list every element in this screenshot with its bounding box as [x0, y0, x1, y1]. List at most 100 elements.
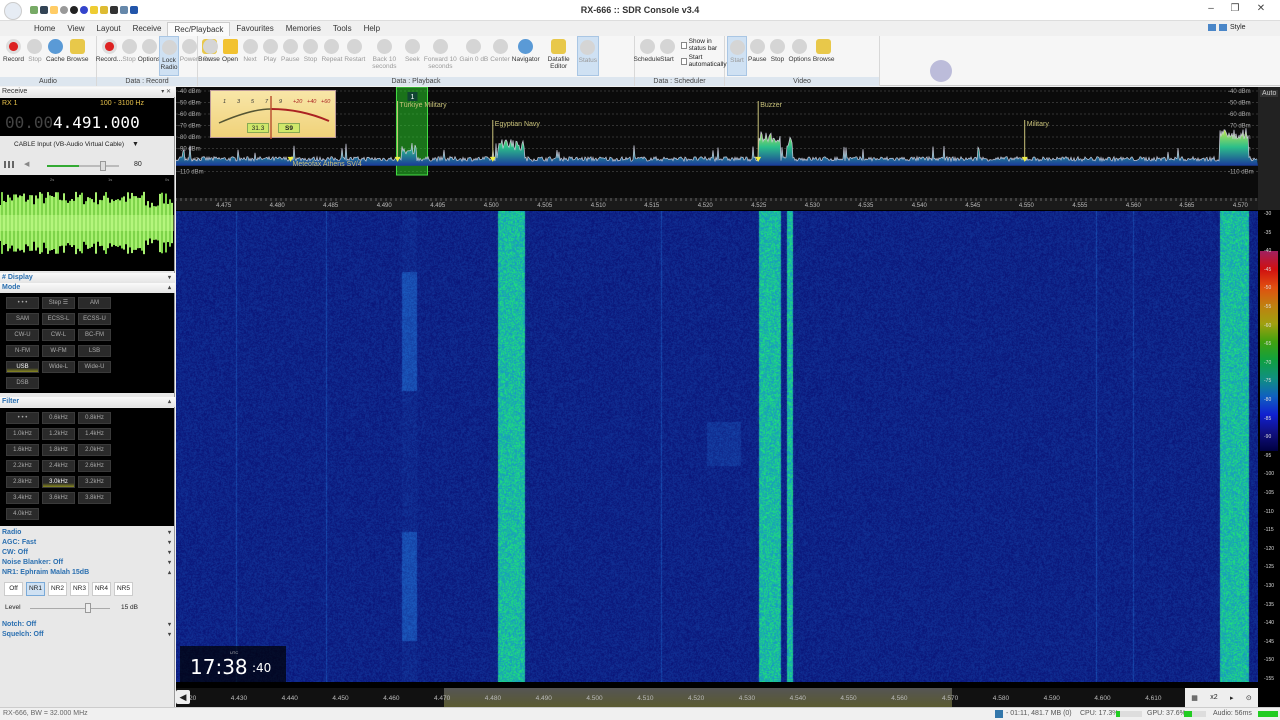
menu-tab[interactable]: Rec/Playback [167, 22, 231, 36]
power-button[interactable]: Power [179, 36, 199, 76]
color-scale[interactable]: -30 -35 -40 -45 -50 -55 -60 -65 -70 -75 -80 -85 -90 -… [1258, 211, 1280, 682]
restart-button[interactable]: Restart [343, 36, 366, 76]
mode-button[interactable]: Wide-L [42, 361, 75, 373]
mode-button[interactable]: LSB [78, 345, 111, 357]
menu-tab[interactable]: Tools [327, 22, 358, 36]
mode-button[interactable]: BC-FM [78, 329, 111, 341]
layout-icon[interactable] [1219, 24, 1227, 31]
filter-button[interactable]: 3.2kHz [78, 476, 111, 488]
filter-button[interactable]: 1.8kHz [42, 444, 75, 456]
filter-button[interactable]: 2.4kHz [42, 460, 75, 472]
next-button[interactable]: Next [240, 36, 260, 76]
menu-tab[interactable]: Layout [91, 22, 127, 36]
mode-button[interactable]: ECSS-L [42, 313, 75, 325]
stop-button[interactable]: Stop [25, 36, 45, 76]
filter-button[interactable]: 0.8kHz [78, 412, 111, 424]
record-button[interactable]: Record... [96, 36, 122, 76]
section-header[interactable]: AGC: Fast ▾ [0, 538, 175, 548]
level-slider[interactable] [30, 603, 110, 613]
mode-button[interactable]: USB [6, 361, 39, 373]
mode-button[interactable]: • • • [6, 297, 39, 309]
filter-button[interactable]: 4.0kHz [6, 508, 39, 520]
volume-slider[interactable] [47, 161, 119, 171]
waterfall[interactable] [176, 211, 1258, 682]
nr-button[interactable]: NR2 [48, 582, 67, 596]
record-button[interactable]: Record [2, 36, 25, 76]
seek-button[interactable]: Seek [402, 36, 422, 76]
filter-button[interactable]: 1.0kHz [6, 428, 39, 440]
mode-button[interactable]: Step ☰ [42, 297, 75, 309]
mode-header[interactable]: Mode ▴ [0, 283, 175, 293]
options-button[interactable]: Options [787, 36, 811, 76]
open-button[interactable]: Open [220, 36, 240, 76]
spectrum-display[interactable]: -40 dBm -40 dBm -50 dBm -50 dBm -60 dBm -60 d… [176, 87, 1280, 210]
mode-button[interactable]: DSB [6, 377, 39, 389]
section-header[interactable]: Notch: Off ▾ [0, 620, 175, 630]
menu-tab[interactable]: Favourites [230, 22, 279, 36]
section-header[interactable]: Squelch: Off ▾ [0, 630, 175, 640]
browse-button[interactable]: Browse [812, 36, 836, 76]
filter-header[interactable]: Filter ▴ [0, 397, 175, 407]
nr-button[interactable]: NR1 [26, 582, 45, 596]
filter-button[interactable]: 2.8kHz [6, 476, 39, 488]
auto-button[interactable]: Auto [1260, 90, 1279, 97]
mode-button[interactable]: W-FM [42, 345, 75, 357]
section-header[interactable]: NR1: Ephraim Malah 15dB ▴ [0, 568, 175, 578]
mode-button[interactable]: CW-L [42, 329, 75, 341]
audio-device-select[interactable]: CABLE Input (VB-Audio Virtual Cable) [14, 141, 144, 148]
play-icon[interactable]: ▸ [1230, 694, 1234, 702]
filter-button[interactable]: 3.8kHz [78, 492, 111, 504]
speaker-icon[interactable]: ◀ [24, 160, 29, 168]
filter-button[interactable]: 1.4kHz [78, 428, 111, 440]
prev-button[interactable]: Prev [200, 36, 220, 76]
menu-tab[interactable]: Home [28, 22, 61, 36]
filter-button[interactable]: 1.2kHz [42, 428, 75, 440]
mode-button[interactable]: ECSS-U [78, 313, 111, 325]
keyboard-icon[interactable]: ▦ [1191, 694, 1198, 702]
zoom-select[interactable]: x2 [1210, 694, 1217, 701]
style-menu[interactable]: Style [1230, 24, 1246, 31]
mode-button[interactable]: CW-U [6, 329, 39, 341]
section-header[interactable]: Noise Blanker: Off ▾ [0, 558, 175, 568]
display-header[interactable]: # Display ▾ [0, 273, 175, 283]
section-header[interactable]: Radio ▾ [0, 528, 175, 538]
filter-button[interactable]: 2.2kHz [6, 460, 39, 472]
filter-button[interactable]: 2.6kHz [78, 460, 111, 472]
filter-button[interactable]: 1.6kHz [6, 444, 39, 456]
scroll-right-icon[interactable]: ⊙ [1246, 694, 1252, 702]
menu-tab[interactable]: Memories [280, 22, 327, 36]
section-header[interactable]: CW: Off ▾ [0, 548, 175, 558]
checkbox[interactable]: Show in status bar [681, 38, 728, 52]
play-button[interactable]: Play [260, 36, 280, 76]
nr-button[interactable]: NR3 [70, 582, 89, 596]
mode-button[interactable]: AM [78, 297, 111, 309]
start-button[interactable]: Start [657, 36, 677, 76]
forward-10-seconds-button[interactable]: Forward 10 seconds [422, 36, 458, 76]
gain-0-db-button[interactable]: Gain 0 dB [458, 36, 489, 76]
navigator-button[interactable]: Navigator [511, 36, 541, 76]
datafile-editor-button[interactable]: Datafile Editor [541, 36, 577, 76]
start-button[interactable]: Start [727, 36, 747, 76]
minimize-button[interactable]: – [1204, 3, 1218, 14]
nr-button[interactable]: NR4 [92, 582, 111, 596]
mode-button[interactable]: Wide-U [78, 361, 111, 373]
stop-button[interactable]: Stop [767, 36, 787, 76]
filter-button[interactable]: 3.0kHz [42, 476, 75, 488]
back-10-seconds-button[interactable]: Back 10 seconds [366, 36, 402, 76]
mode-button[interactable]: SAM [6, 313, 39, 325]
status-button[interactable]: Status [576, 36, 600, 76]
maximize-button[interactable]: ❐ [1228, 3, 1242, 14]
checkbox[interactable]: Start automatically [681, 54, 728, 68]
frequency-readout[interactable]: 4.491.000 [53, 113, 140, 132]
filter-button[interactable]: 2.0kHz [78, 444, 111, 456]
menu-tab[interactable]: Help [358, 22, 386, 36]
filter-button[interactable]: 0.6kHz [42, 412, 75, 424]
pause-button[interactable]: Pause [280, 36, 300, 76]
menu-tab[interactable]: Receive [127, 22, 168, 36]
chevron-down-icon[interactable]: ▼ [132, 141, 139, 148]
lock-radio-button[interactable]: Lock Radio [159, 36, 179, 76]
menu-tab[interactable]: View [61, 22, 90, 36]
nr-button[interactable]: Off [4, 582, 23, 596]
nr-button[interactable]: NR5 [114, 582, 133, 596]
pause-button[interactable]: Pause [747, 36, 767, 76]
